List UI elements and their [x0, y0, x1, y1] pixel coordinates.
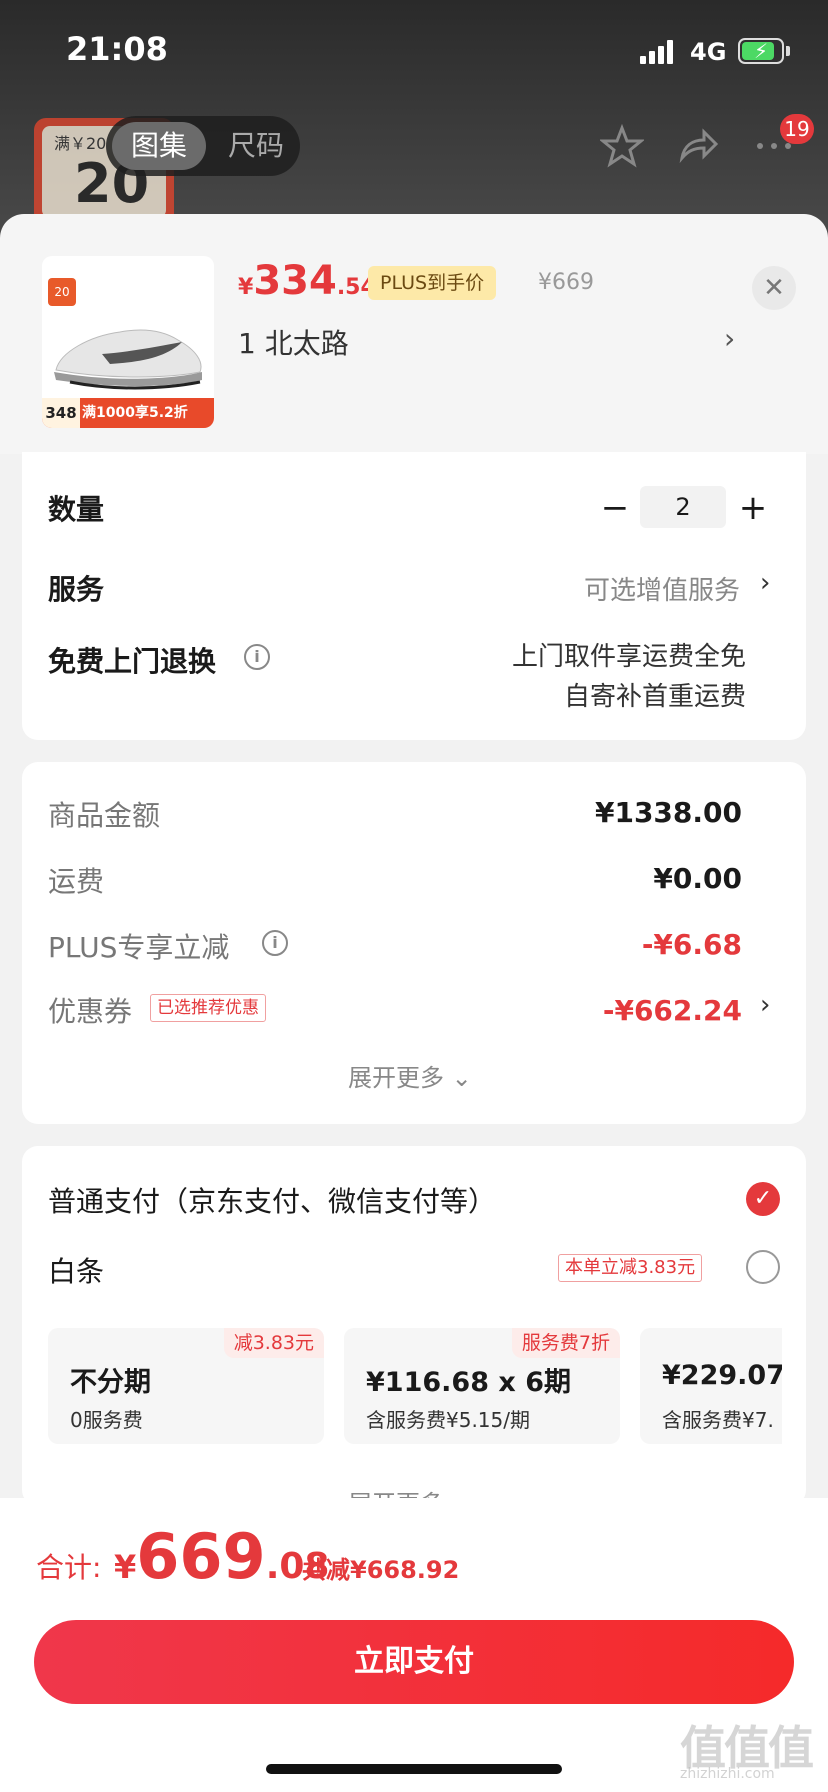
network-type: 4G — [690, 38, 727, 66]
original-price: ¥669 — [538, 270, 594, 295]
total-saved: 共减¥668.92 — [302, 1556, 460, 1584]
installment-option[interactable]: 服务费7折 ¥116.68 x 6期 含服务费¥5.15/期 — [344, 1328, 620, 1444]
baitiao-label[interactable]: 白条 — [48, 1250, 104, 1290]
shipping-value: ¥0.00 — [653, 862, 742, 895]
coupon-recommended-tag: 已选推荐优惠 — [150, 994, 266, 1022]
service-label: 服务 — [48, 573, 105, 606]
thumbnail-banner: 348 满1000享5.2折 — [42, 398, 214, 428]
goods-amount-label: 商品金额 — [48, 799, 161, 832]
signal-icon — [640, 40, 680, 64]
product-price: ¥334.54 — [238, 258, 376, 304]
quantity-decrease-button[interactable]: − — [600, 488, 630, 528]
price-integer: 334 — [253, 258, 337, 304]
free-return-line1: 上门取件享运费全免 — [511, 642, 746, 672]
baitiao-discount-tag: 本单立减3.83元 — [558, 1254, 703, 1282]
installment-tag: 服务费7折 — [511, 1328, 620, 1358]
plus-discount-label: PLUS专享立减 — [48, 931, 230, 964]
star-icon[interactable] — [600, 124, 644, 168]
installment-fee: 含服务费¥7. — [662, 1408, 774, 1432]
total-label: 合计: — [36, 1551, 102, 1584]
chevron-right-icon[interactable]: › — [760, 568, 770, 598]
status-bar: 21:08 4G ⚡ — [0, 0, 828, 100]
installment-fee: 0服务费 — [70, 1408, 143, 1432]
installment-title: 不分期 — [70, 1367, 151, 1398]
normal-payment-radio[interactable]: ✓ — [746, 1182, 780, 1216]
clock: 21:08 — [66, 30, 168, 68]
service-value[interactable]: 可选增值服务 — [584, 570, 740, 607]
coupon-label: 优惠券 — [48, 995, 133, 1028]
close-icon: ✕ — [763, 273, 785, 303]
baitiao-radio[interactable] — [746, 1250, 780, 1284]
thumbnail-banner-count: 348 — [42, 398, 80, 428]
tab-size[interactable]: 尺码 — [216, 122, 296, 170]
quantity-input[interactable]: 2 — [640, 486, 726, 528]
installment-tag: 减3.83元 — [223, 1328, 324, 1358]
shoe-image — [54, 329, 202, 390]
plus-price-tag: PLUS到手价 — [368, 266, 497, 300]
installment-fee: 含服务费¥5.15/期 — [366, 1408, 530, 1432]
gallery-tabs: 图集 尺码 — [106, 116, 300, 176]
pay-now-button[interactable]: 立即支付 — [34, 1620, 794, 1704]
close-button[interactable]: ✕ — [752, 266, 796, 310]
shipping-label: 运费 — [48, 865, 105, 898]
installment-option[interactable]: 减3.83元 不分期 0服务费 — [48, 1328, 324, 1444]
info-icon[interactable]: i — [262, 930, 288, 956]
selected-spec[interactable]: 1 北太路 — [238, 322, 349, 362]
share-icon[interactable] — [676, 124, 720, 168]
price-currency: ¥ — [238, 275, 254, 300]
free-return-label: 免费上门退换 — [48, 645, 217, 678]
chevron-right-icon[interactable]: › — [724, 322, 735, 355]
normal-payment-label[interactable]: 普通支付（京东支付、微信支付等） — [48, 1180, 496, 1220]
total-amount: ¥669.08 — [114, 1520, 329, 1593]
installment-title: ¥229.07 x — [662, 1360, 782, 1391]
quantity-label: 数量 — [48, 493, 105, 526]
installment-option[interactable]: ¥229.07 x 含服务费¥7. — [640, 1328, 782, 1444]
total-currency: ¥ — [114, 1548, 137, 1586]
cart-count-badge: 19 — [780, 114, 814, 144]
thumbnail-banner-text: 满1000享5.2折 — [82, 405, 188, 421]
product-thumbnail[interactable]: 20 348 满1000享5.2折 — [42, 256, 214, 428]
free-return-line2: 自寄补首重运费 — [563, 682, 746, 712]
home-indicator[interactable] — [266, 1764, 562, 1774]
installment-title: ¥116.68 x 6期 — [366, 1367, 571, 1398]
check-icon: ✓ — [753, 1186, 773, 1211]
total-integer: 669 — [136, 1520, 266, 1593]
tab-gallery[interactable]: 图集 — [112, 122, 206, 170]
watermark-url: zhizhizhi.com — [680, 1766, 775, 1782]
battery-tip — [786, 46, 790, 56]
coupon-value[interactable]: -¥662.24 — [603, 994, 742, 1027]
chevron-right-icon[interactable]: › — [760, 990, 770, 1020]
expand-more-link[interactable]: 展开更多 ⌄ — [348, 1058, 472, 1093]
promo-badge-label: 满￥20 — [54, 134, 107, 153]
goods-amount-value: ¥1338.00 — [594, 796, 742, 829]
quantity-increase-button[interactable]: + — [738, 488, 768, 528]
info-icon[interactable]: i — [244, 644, 270, 670]
thumbnail-promo-badge: 20 — [48, 278, 76, 306]
battery-icon: ⚡ — [738, 38, 784, 64]
plus-discount-value: -¥6.68 — [641, 928, 742, 961]
